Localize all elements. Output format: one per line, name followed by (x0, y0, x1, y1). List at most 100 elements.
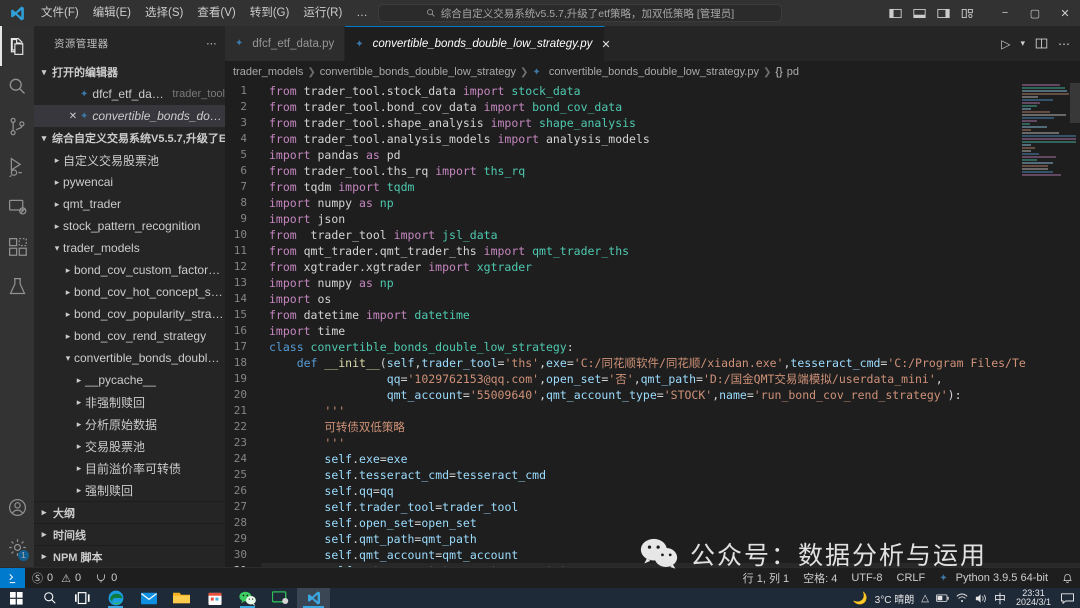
code-line[interactable]: 26 self.qq=qq (225, 483, 1080, 499)
more-actions-icon[interactable]: ⋯ (1058, 37, 1070, 51)
code-lines[interactable]: 1 from trader_tool.stock_data import stoc… (225, 83, 1080, 567)
toggle-secondary-sidebar-icon[interactable] (937, 7, 950, 20)
ime-indicator[interactable]: 中 (994, 590, 1006, 607)
menu-file[interactable]: 文件(F) (34, 0, 86, 26)
code-line[interactable]: 1 from trader_tool.stock_data import stoc… (225, 83, 1080, 99)
tree-item[interactable]: ▸ bond_cov_popularity_strategy (34, 303, 225, 325)
start-button[interactable] (0, 588, 33, 608)
close-icon[interactable]: ✕ (66, 111, 80, 122)
chevron-up-icon[interactable]: △ (921, 593, 929, 604)
status-problems[interactable]: Ⓢ 0 ⚠ 0 (25, 568, 88, 589)
menu-edit[interactable]: 编辑(E) (86, 0, 138, 26)
activity-settings[interactable]: 1 (0, 527, 34, 567)
code-line[interactable]: 23 ''' (225, 435, 1080, 451)
toggle-panel-icon[interactable] (913, 7, 926, 20)
open-editor-item[interactable]: ✦ dfcf_etf_data.py trader_tool (34, 83, 225, 105)
file-tree[interactable]: ▸ 自定义交易股票池 ▸ pywencai ▸ qmt_trader ▸ stock_patt… (34, 149, 225, 501)
tree-item[interactable]: ▸ stock_pattern_recognition (34, 215, 225, 237)
status-indentation[interactable]: 空格: 4 (796, 568, 844, 589)
status-notifications[interactable] (1055, 568, 1080, 589)
code-line[interactable]: 14 import os (225, 291, 1080, 307)
split-editor-icon[interactable] (1035, 37, 1048, 50)
status-remote[interactable] (0, 567, 25, 589)
code-line[interactable]: 29 self.qmt_path=qmt_path (225, 531, 1080, 547)
code-line[interactable]: 11 from qmt_trader.qmt_trader_ths import … (225, 243, 1080, 259)
taskbar-mail[interactable] (132, 588, 165, 608)
command-center-search[interactable]: 综合自定义交易系统v5.5.7,升级了etf策略，加双低策略 [管理员] (378, 4, 782, 22)
tree-item[interactable]: ▸ bond_cov_rend_strategy (34, 325, 225, 347)
code-line[interactable]: 12 from xgtrader.xgtrader import xgtrader (225, 259, 1080, 275)
volume-icon[interactable] (975, 593, 987, 604)
status-eol[interactable]: CRLF (890, 568, 933, 589)
code-line[interactable]: 7 from tqdm import tqdm (225, 179, 1080, 195)
code-line[interactable]: 15 from datetime import datetime (225, 307, 1080, 323)
customize-layout-icon[interactable] (961, 7, 974, 20)
code-line[interactable]: 18 def __init__(self,trader_tool='ths',e… (225, 355, 1080, 371)
taskbar-edge[interactable] (99, 588, 132, 608)
close-icon[interactable]: ✕ (601, 38, 610, 51)
tree-item[interactable]: ▸bond_cov_custom_factor_rotation (34, 259, 225, 281)
code-line[interactable]: 9 import json (225, 211, 1080, 227)
breadcrumb-item-subfolder[interactable]: convertible_bonds_double_low_strategy (320, 66, 516, 78)
open-editor-item[interactable]: ✕ ✦ convertible_bonds_double_low_stra... (34, 105, 225, 127)
taskbar-wechat[interactable] (231, 588, 264, 608)
code-line[interactable]: 10 from trader_tool import jsl_data (225, 227, 1080, 243)
tree-item[interactable]: ▸ qmt_trader (34, 193, 225, 215)
activity-search[interactable] (0, 66, 34, 106)
toggle-primary-sidebar-icon[interactable] (889, 7, 902, 20)
breadcrumb-item-file[interactable]: convertible_bonds_double_low_strategy.py (549, 66, 759, 78)
tree-item[interactable]: ▸bond_cov_hot_concept_strategy (34, 281, 225, 303)
tree-item[interactable]: ▸ 强制赎回 (34, 479, 225, 501)
taskbar-microsoft-store[interactable] (198, 588, 231, 608)
status-ports[interactable]: 0 (88, 568, 124, 589)
code-line[interactable]: 22 可转债双低策略 (225, 419, 1080, 435)
open-editors-section-header[interactable]: ▾ 打开的编辑器 (34, 61, 225, 83)
tree-item[interactable]: ▾ trader_models (34, 237, 225, 259)
tab-dfcf-etf-data[interactable]: ✦ dfcf_etf_data.py (225, 26, 346, 61)
clock[interactable]: 23:31 2024/3/1 (1013, 589, 1054, 607)
battery-icon[interactable] (935, 593, 949, 603)
status-encoding[interactable]: UTF-8 (844, 568, 889, 589)
status-cursor-position[interactable]: 行 1, 列 1 (736, 568, 796, 589)
maximize-button[interactable]: ▢ (1020, 0, 1050, 26)
tree-item[interactable]: ▸ 自定义交易股票池 (34, 149, 225, 171)
weather-label[interactable]: 3°C 晴朗 (875, 591, 915, 606)
code-line[interactable]: 13 import numpy as np (225, 275, 1080, 291)
code-editor[interactable]: 1 from trader_tool.stock_data import stoc… (225, 83, 1080, 567)
menu-go[interactable]: 转到(G) (243, 0, 297, 26)
activity-run-debug[interactable] (0, 146, 34, 186)
action-center-icon[interactable] (1061, 592, 1074, 604)
activity-remote-explorer[interactable] (0, 186, 34, 226)
code-line[interactable]: 4 from trader_tool.analysis_models import… (225, 131, 1080, 147)
tab-convertible-bonds-double-low-strategy[interactable]: ✦ convertible_bonds_double_low_strategy.… (345, 26, 611, 61)
outline-section-header[interactable]: ▸ 大纲 (34, 501, 225, 523)
tree-item[interactable]: ▾convertible_bonds_double_low_strategy (34, 347, 225, 369)
activity-extensions[interactable] (0, 226, 34, 266)
status-language-mode[interactable]: ✦ Python 3.9.5 64-bit (932, 568, 1055, 589)
taskbar-search[interactable] (33, 588, 66, 608)
tree-item[interactable]: ▸ __pycache__ (34, 369, 225, 391)
tree-item[interactable]: ▸ 目前溢价率可转债 (34, 457, 225, 479)
tree-item[interactable]: ▸ 分析原始数据 (34, 413, 225, 435)
taskbar-remote-desktop[interactable] (264, 588, 297, 608)
code-line[interactable]: 20 qmt_account='55009640',qmt_account_ty… (225, 387, 1080, 403)
code-line[interactable]: 8 import numpy as np (225, 195, 1080, 211)
code-line[interactable]: 2 from trader_tool.bond_cov_data import b… (225, 99, 1080, 115)
timeline-section-header[interactable]: ▸ 时间线 (34, 523, 225, 545)
taskbar-vscode[interactable] (297, 588, 330, 608)
code-line[interactable]: 5 import pandas as pd (225, 147, 1080, 163)
menu-view[interactable]: 查看(V) (190, 0, 242, 26)
breadcrumb-item-symbol[interactable]: pd (787, 66, 799, 78)
menu-run[interactable]: 运行(R) (296, 0, 349, 26)
npm-scripts-section-header[interactable]: ▸ NPM 脚本 (34, 545, 225, 567)
code-line[interactable]: 28 self.open_set=open_set (225, 515, 1080, 531)
code-line[interactable]: 17 class convertible_bonds_double_low_str… (225, 339, 1080, 355)
activity-explorer[interactable] (0, 26, 34, 66)
code-line[interactable]: 3 from trader_tool.shape_analysis import … (225, 115, 1080, 131)
editor-scrollbar[interactable] (1070, 83, 1080, 123)
activity-accounts[interactable] (0, 487, 34, 527)
code-line[interactable]: 25 self.tesseract_cmd=tesseract_cmd (225, 467, 1080, 483)
wifi-icon[interactable] (956, 593, 968, 603)
menu-more[interactable]: … (349, 0, 375, 26)
code-line[interactable]: 27 self.trader_tool=trader_tool (225, 499, 1080, 515)
